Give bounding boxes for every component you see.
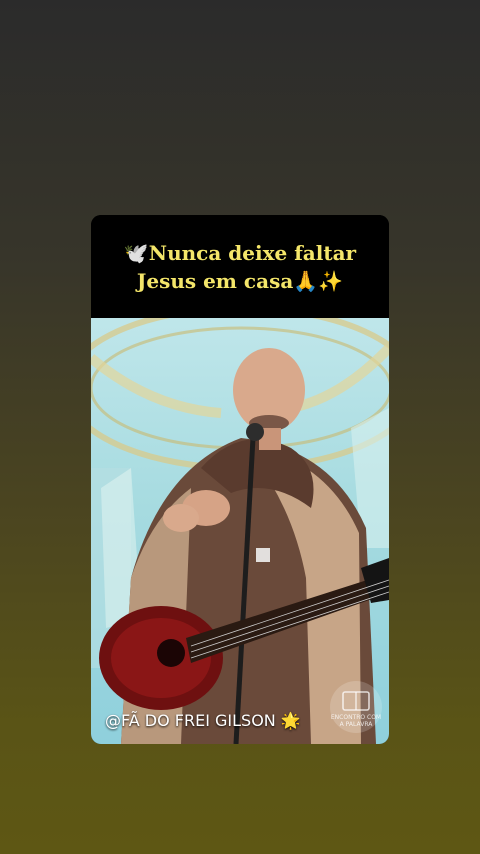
video-frame[interactable]: @FÃ DO FREI GILSON 🌟 ENCONTRO COM A PALA… (91, 318, 389, 744)
watermark-text: ENCONTRO COM A PALAVRA (330, 714, 382, 728)
title-line-2: Jesus em casa🙏✨ (136, 268, 344, 293)
title-line-1: 🕊️Nunca deixe faltar (123, 240, 357, 265)
title-band: 🕊️Nunca deixe faltar Jesus em casa🙏✨ (91, 215, 389, 318)
channel-watermark: ENCONTRO COM A PALAVRA (329, 680, 383, 734)
story-card[interactable]: 🕊️Nunca deixe faltar Jesus em casa🙏✨ @FÃ… (91, 215, 389, 744)
video-caption: @FÃ DO FREI GILSON 🌟 (105, 711, 301, 730)
